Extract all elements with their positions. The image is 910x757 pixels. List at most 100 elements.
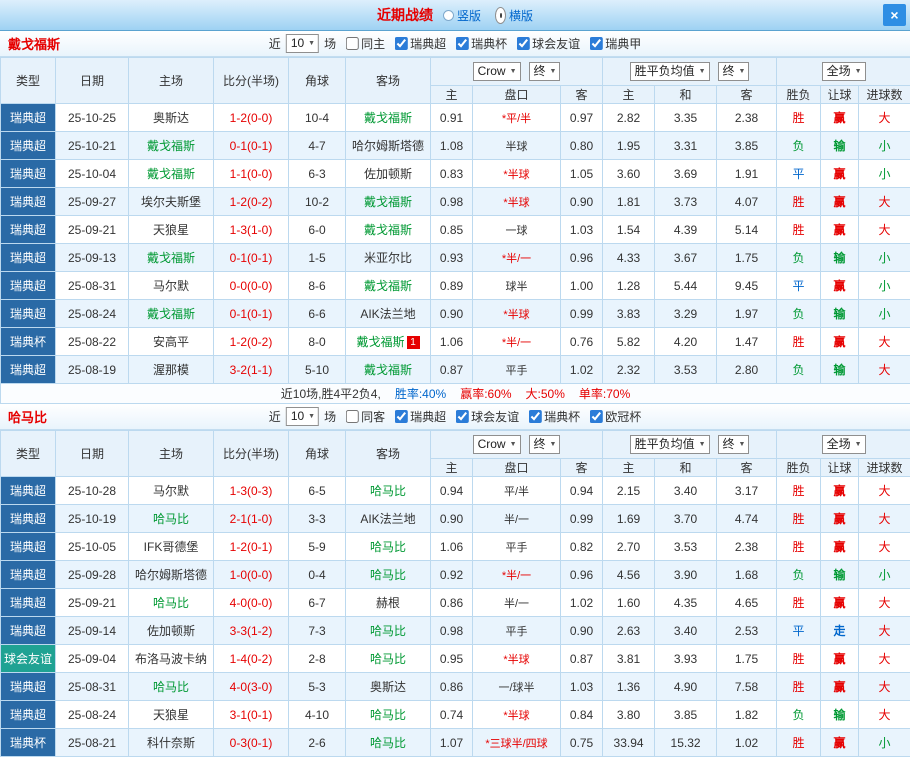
avg-final-select[interactable]: 终▼ <box>718 435 750 454</box>
league-filter-label: 瑞典杯 <box>471 35 507 52</box>
league-filter-checkbox[interactable] <box>456 410 469 423</box>
handicap-home-odds: 0.87 <box>431 356 473 384</box>
avg-type-select-value: 胜平负均值 <box>635 436 695 453</box>
home-team-cell: 哈马比 <box>129 589 214 617</box>
avg-home-odds: 2.82 <box>603 104 655 132</box>
avg-away-odds: 1.75 <box>717 244 777 272</box>
same-venue-filter-checkbox[interactable] <box>346 410 359 423</box>
avg-draw-odds: 4.90 <box>655 673 717 701</box>
handicap-line-cell: 一/球半 <box>473 673 561 701</box>
handicap-away-odds: 0.97 <box>561 104 603 132</box>
handicap-final-select[interactable]: 终▼ <box>529 62 561 81</box>
summary-segment: 单率:70% <box>579 387 630 401</box>
same-venue-filter[interactable]: 同客 <box>346 408 385 425</box>
score-cell: 2-1(1-0) <box>214 505 289 533</box>
league-filter-label: 瑞典杯 <box>544 408 580 425</box>
avg-draw-odds: 3.35 <box>655 104 717 132</box>
bookmaker-select[interactable]: Crow▼ <box>473 62 521 81</box>
same-venue-filter-checkbox[interactable] <box>346 37 359 50</box>
league-filter[interactable]: 瑞典超 <box>395 35 446 52</box>
avg-odds-group: 胜平负均值▼ 终▼ <box>603 58 777 86</box>
avg-home-odds: 1.60 <box>603 589 655 617</box>
away-team-name: 戴戈福斯 <box>356 335 404 349</box>
header-row-groups: 类型日期主场比分(半场)角球客场Crow▼终▼胜平负均值▼终▼全场▼ <box>1 431 910 459</box>
match-row: 瑞典超25-09-28哈尔姆斯塔德1-0(0-0)0-4哈马比0.92*半/一0… <box>1 561 910 589</box>
corner-cell: 10-2 <box>289 188 346 216</box>
match-row: 瑞典超25-10-05IFK哥德堡1-2(0-1)5-9哈马比1.06平手0.8… <box>1 533 910 561</box>
result-handicap-cell: 输 <box>821 561 859 589</box>
select-wrap: 全场▼ <box>777 435 910 454</box>
away-team-cell: 米亚尔比 <box>346 244 431 272</box>
league-filter-checkbox[interactable] <box>590 410 603 423</box>
league-filter-checkbox[interactable] <box>517 37 530 50</box>
subcol-handicap-result: 让球 <box>821 459 859 477</box>
avg-odds-group: 胜平负均值▼ 终▼ <box>603 431 777 459</box>
league-filter[interactable]: 瑞典杯 <box>456 35 507 52</box>
same-venue-filter[interactable]: 同主 <box>346 35 385 52</box>
result-wdl-cell: 平 <box>777 272 821 300</box>
away-team-name: 戴戈福斯 <box>364 279 412 293</box>
home-team-cell: 科什奈斯 <box>129 729 214 757</box>
avg-away-odds: 2.53 <box>717 617 777 645</box>
result-wdl-cell: 负 <box>777 561 821 589</box>
scope-select[interactable]: 全场▼ <box>822 62 866 81</box>
league-filter-checkbox[interactable] <box>395 37 408 50</box>
handicap-away-odds: 1.02 <box>561 356 603 384</box>
away-team-cell: 哈尔姆斯塔德 <box>346 132 431 160</box>
subcol-handicap-home: 主 <box>431 86 473 104</box>
scope-select[interactable]: 全场▼ <box>822 435 866 454</box>
handicap-line-cell: *平/半 <box>473 104 561 132</box>
radio-vertical-layout[interactable]: 竖版 <box>443 7 481 24</box>
away-team-cell: 哈马比 <box>346 729 431 757</box>
result-handicap-cell: 输 <box>821 300 859 328</box>
result-goals-cell: 大 <box>859 645 910 673</box>
result-handicap-cell: 赢 <box>821 272 859 300</box>
league-cell: 瑞典超 <box>1 589 56 617</box>
bookmaker-select[interactable]: Crow▼ <box>473 435 521 454</box>
matches-label: 场 <box>324 408 336 425</box>
avg-draw-odds: 3.29 <box>655 300 717 328</box>
league-filter[interactable]: 球会友谊 <box>456 408 519 425</box>
handicap-home-odds: 0.90 <box>431 505 473 533</box>
match-row: 瑞典超25-10-21戴戈福斯0-1(0-1)4-7哈尔姆斯塔德1.08半球0.… <box>1 132 910 160</box>
league-filter-checkbox[interactable] <box>395 410 408 423</box>
handicap-final-select[interactable]: 终▼ <box>529 435 561 454</box>
league-filter-checkbox[interactable] <box>590 37 603 50</box>
league-cell: 瑞典超 <box>1 132 56 160</box>
away-team-name: 哈马比 <box>370 736 406 750</box>
league-filter[interactable]: 球会友谊 <box>517 35 580 52</box>
league-filter[interactable]: 瑞典杯 <box>529 408 580 425</box>
handicap-away-odds: 1.00 <box>561 272 603 300</box>
avg-final-select[interactable]: 终▼ <box>718 62 750 81</box>
league-cell: 瑞典超 <box>1 617 56 645</box>
handicap-away-odds: 1.02 <box>561 589 603 617</box>
match-count-select[interactable]: 10▼ <box>286 34 319 53</box>
result-wdl-cell: 胜 <box>777 216 821 244</box>
league-filter[interactable]: 瑞典甲 <box>590 35 641 52</box>
dropdown-arrow-icon: ▼ <box>699 436 706 453</box>
close-button[interactable]: × <box>883 4 906 26</box>
corner-cell: 1-5 <box>289 244 346 272</box>
league-filter-checkbox[interactable] <box>456 37 469 50</box>
corner-cell: 4-10 <box>289 701 346 729</box>
result-goals-cell: 大 <box>859 477 910 505</box>
col-score: 比分(半场) <box>214 431 289 477</box>
handicap-line-cell: 平手 <box>473 617 561 645</box>
avg-draw-odds: 15.32 <box>655 729 717 757</box>
match-count-select[interactable]: 10▼ <box>286 407 319 426</box>
away-team-cell: 赫根 <box>346 589 431 617</box>
summary-segment: 赢率:60% <box>460 387 511 401</box>
avg-type-select[interactable]: 胜平负均值▼ <box>630 435 710 454</box>
avg-away-odds: 1.91 <box>717 160 777 188</box>
avg-type-select[interactable]: 胜平负均值▼ <box>630 62 710 81</box>
league-cell: 瑞典杯 <box>1 729 56 757</box>
select-wrap: 胜平负均值▼ 终▼ <box>603 435 776 454</box>
handicap-home-odds: 1.06 <box>431 533 473 561</box>
league-filter[interactable]: 欧冠杯 <box>590 408 641 425</box>
league-filter-checkbox[interactable] <box>529 410 542 423</box>
radio-horizontal-layout[interactable]: 横版 <box>495 7 533 24</box>
result-handicap-cell: 赢 <box>821 589 859 617</box>
handicap-line-cell: 平手 <box>473 533 561 561</box>
avg-away-odds: 1.02 <box>717 729 777 757</box>
league-filter[interactable]: 瑞典超 <box>395 408 446 425</box>
